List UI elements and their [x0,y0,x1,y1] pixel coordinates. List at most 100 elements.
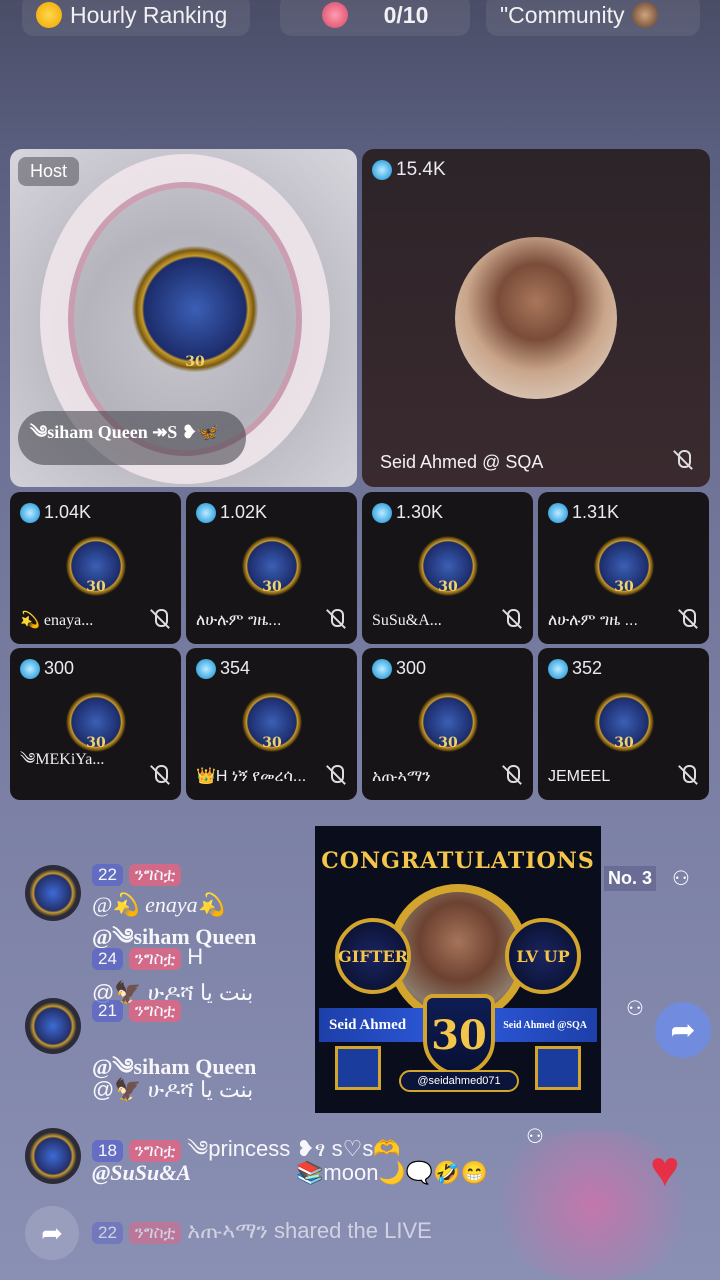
seat-4[interactable]: 1.31K 30 ለሁሉም ግዜ ... [538,492,709,644]
congratulations-badge-image: 30 [58,528,134,604]
mic-muted-icon [501,764,523,786]
mic-muted-icon [325,608,347,630]
seat-score: 352 [548,658,602,679]
like-heart-icon[interactable]: ♥ [650,1140,680,1198]
diamond-coin-icon [372,658,392,679]
seat-score-value: 1.02K [220,502,268,522]
diamond-coin-icon [196,502,216,523]
gift-box-icon [535,1046,581,1090]
seat-score: 300 [20,658,74,679]
seat-score: 1.31K [548,502,619,523]
seat-score: 354 [196,658,250,679]
add-friend-icon[interactable]: ⚇ [526,1124,550,1148]
congratulations-badge-image: 30 [234,684,310,760]
poster-title: CONGRATULATIONS [321,848,595,874]
seat-score-value: 352 [572,658,603,678]
poster-name-right: Seid Ahmed @SQA [503,1019,587,1031]
seat-score-value: 1.30K [396,502,444,522]
add-friend-icon[interactable]: ⚇ [626,996,650,1020]
diamond-coin-icon [196,658,216,679]
fan-club-badge: ንግስቷ [128,1000,182,1022]
guest-score-value: 15.4K [396,159,446,180]
level-up-poster: CONGRATULATIONS GIFTER LV UP Seid Ahmed … [315,826,601,1113]
seat-score-value: 1.31K [572,502,620,522]
chat-message-text: H [187,944,204,969]
chat-message: 22 ንግስቷ አጡኣማን shared the LIVE [92,1218,432,1244]
rose-icon [321,2,348,28]
share-arrow-icon: ➦ [670,1013,696,1047]
hourly-ranking-button[interactable]: Hourly Ranking [22,0,250,36]
gifter-badge: GIFTER [335,918,411,994]
diamond-coin-icon [20,502,40,523]
seat-name: ለሁሉም ግዜ... [196,612,282,629]
guest-name: Seid Ahmed @ SQA [380,452,544,472]
seat-score-value: 300 [396,658,427,678]
seat-5[interactable]: 300 30 ༄MEKiYa... [10,648,181,800]
diamond-coin-icon [20,658,40,679]
hourly-ranking-label: Hourly Ranking [70,1,228,28]
mic-muted-icon [149,764,171,786]
chat-message: @SuSu&A [92,1160,192,1185]
community-button[interactable]: "Community [486,0,700,36]
congratulations-badge-image: 30 [234,528,310,604]
seat-name: 💫 enaya... [20,612,94,629]
chat-message-text: ༄princess ❥ፃ s♡s🫶 [187,1136,401,1161]
diamond-coin-icon [548,658,568,679]
guest-seat-main[interactable]: 15.4K Seid Ahmed @ SQA [362,149,710,487]
user-level-badge: 21 [92,1000,123,1022]
seat-name: 👑H ነኝ የመረሳ... [196,768,307,785]
seat-score-value: 354 [220,658,251,678]
chat-avatar[interactable] [25,865,81,921]
congratulations-badge-image: 30 [586,684,662,760]
chat-message: 📚moon🌙🗨️🤣😁 [296,1160,488,1185]
add-friend-icon[interactable]: ⚇ [672,866,696,890]
share-event-icon: ➦ [25,1206,79,1260]
seat-8[interactable]: 352 30 JEMEEL [538,648,709,800]
ranking-badge[interactable]: No. 3 [604,866,657,891]
mic-muted-icon [677,608,699,630]
congratulations-badge-image: 30 [586,528,662,604]
host-name[interactable]: ༄siham Queen ↠S ❥🦋 [18,411,246,465]
seat-name: SuSu&A... [372,612,442,629]
seat-name: ለሁሉም ግዜ ... [548,612,638,629]
seat-score: 1.30K [372,502,443,523]
seat-name: JEMEEL [548,768,611,785]
congratulations-badge-image: 30 [410,684,486,760]
flame-icon [36,2,62,28]
chat-avatar[interactable] [25,1128,81,1184]
fan-club-badge: ንግስቷ [128,1140,182,1162]
user-level-badge: 24 [92,948,123,970]
mic-muted-icon [672,449,694,471]
chat-message: @🦅 ሁዶሻ بنت يا [92,1077,254,1102]
host-badge: Host [18,157,80,186]
lv-up-badge: LV UP [505,918,581,994]
chat-message: 24 ንግስቷ H [92,944,203,970]
diamond-coin-icon [548,502,568,523]
mic-muted-icon [501,608,523,630]
seat-7[interactable]: 300 30 አጡኣማን [362,648,533,800]
congratulations-badge-image: 30 [115,229,275,389]
share-button[interactable]: ➦ [655,1002,711,1058]
diamond-coin-icon [372,502,392,523]
chat-avatar[interactable] [25,998,81,1054]
seat-name: ༄MEKiYa... [20,751,105,768]
goal-counter[interactable]: 0/10 [280,0,470,36]
mic-muted-icon [149,608,171,630]
poster-handle: @seidahmed071 [399,1070,519,1092]
goal-counter-value: 0/10 [383,1,429,28]
congratulations-badge-image: 30 [410,528,486,604]
seat-2[interactable]: 1.02K 30 ለሁሉም ግዜ... [186,492,357,644]
seat-score: 300 [372,658,426,679]
seat-6[interactable]: 354 30 👑H ነኝ የመረሳ... [186,648,357,800]
chat-message-text: አጡኣማን shared the LIVE [187,1218,432,1243]
seat-3[interactable]: 1.30K 30 SuSu&A... [362,492,533,644]
host-seat[interactable]: 30 Host ༄siham Queen ↠S ❥🦋 [10,149,357,487]
level-shield: 30 [423,994,495,1076]
seat-score: 1.04K [20,502,91,523]
community-label: "Community [500,1,625,28]
guest-avatar[interactable] [455,237,617,399]
poster-name-left: Seid Ahmed [329,1016,407,1033]
seat-1[interactable]: 1.04K 30 💫 enaya... [10,492,181,644]
community-avatar-icon [632,2,659,28]
seat-name: አጡኣማን [372,768,431,785]
